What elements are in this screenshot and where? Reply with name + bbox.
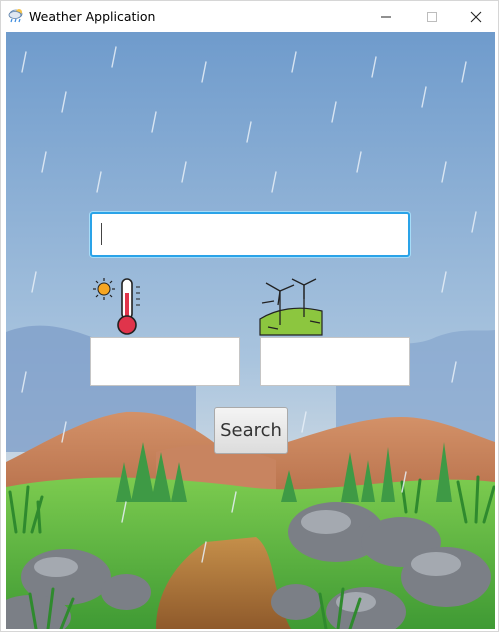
client-area: Search — [6, 32, 495, 629]
cloud-rain-icon — [8, 9, 23, 23]
minimize-button[interactable] — [363, 1, 409, 32]
title-bar[interactable]: Weather Application — [1, 1, 498, 32]
close-button[interactable] — [453, 1, 498, 32]
close-icon — [470, 11, 482, 22]
maximize-button[interactable] — [409, 1, 455, 32]
temperature-output-field[interactable] — [90, 337, 240, 386]
rainy-landscape-background — [6, 32, 495, 629]
app-window: Weather Application Search — [0, 0, 499, 632]
wind-turbine-icon — [259, 278, 323, 336]
wind-output-field[interactable] — [260, 337, 410, 386]
maximize-icon — [427, 11, 437, 22]
search-button-label: Search — [220, 420, 282, 441]
minimize-icon — [381, 16, 391, 17]
text-caret — [101, 223, 102, 245]
city-search-input[interactable] — [90, 212, 410, 257]
window-title: Weather Application — [29, 9, 156, 24]
search-button[interactable]: Search — [214, 407, 288, 454]
thermometer-sun-icon — [93, 278, 140, 335]
